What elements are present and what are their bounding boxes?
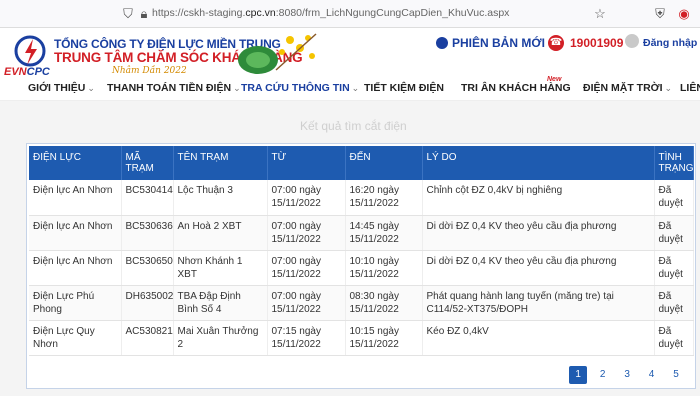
cell-dien-luc: Điện Lực Quy Nhơn [29,320,122,356]
phone-icon: ☎ [548,35,564,51]
nav-item-tiet-kiem[interactable]: TIẾT KIỆM ĐIỆN [364,82,444,94]
cell-ma-tram: BC530414 [121,180,174,216]
table-row[interactable]: Điện lực An Nhơn BC530636 An Hoà 2 XBT 0… [29,215,694,251]
column-header[interactable]: TÊN TRẠM [173,146,268,180]
new-version-icon [436,37,448,49]
cell-tu: 07:00 ngày 15/11/2022 [267,215,346,251]
table-row[interactable]: Điện lực An Nhơn BC530650 Nhơn Khánh 1 X… [29,250,694,286]
table-row[interactable]: Điện Lực Phú Phong DH635002 TBA Đập Định… [29,285,694,321]
nav-item-thanh-toan[interactable]: THANH TOÁN TIỀN ĐIỆN ⌄ [107,82,241,94]
nav-item-tra-cuu[interactable]: TRA CỨU THÔNG TIN ⌄ [241,82,359,94]
cell-tinh-trang: Đã duyệt [654,285,694,321]
cell-ly-do: Phát quang hành lang tuyến (măng tre) tạ… [422,285,655,321]
shield-check-icon[interactable]: ⛨ [652,6,668,22]
shield-icon[interactable]: ⛉ [120,6,136,22]
new-badge: New [547,76,562,83]
chevron-down-icon: ⌄ [351,83,360,93]
cell-tu: 07:00 ngày 15/11/2022 [267,180,346,216]
page-button-1[interactable]: 1 [569,366,588,384]
table-row[interactable]: Điện lực An Nhơn BC530414 Lộc Thuận 3 07… [29,180,694,216]
cell-ly-do: Di dời ĐZ 0,4 KV theo yêu cầu địa phương [422,250,655,286]
cell-tinh-trang: Đã duyệt [654,250,694,286]
hotline-number[interactable]: 19001909 [570,36,623,50]
login-link[interactable]: Đăng nhập [643,37,697,49]
cell-tinh-trang: Đã duyệt [654,215,694,251]
chevron-down-icon: ⌄ [664,83,673,93]
cell-den: 08:30 ngày 15/11/2022 [345,285,423,321]
url-text[interactable]: https://cskh-staging.cpc.vn:8080/frm_Lic… [152,7,509,19]
cell-ten-tram: Nhơn Khánh 1 XBT [173,250,268,286]
cell-dien-luc: Điện lực An Nhơn [29,250,122,286]
page-button-2[interactable]: 2 [594,366,612,384]
cell-ly-do: Di dời ĐZ 0,4 KV theo yêu cầu địa phương [422,215,655,251]
cell-tu: 07:15 ngày 15/11/2022 [267,320,346,356]
result-title: Kết quả tìm cắt điện [300,119,407,133]
cell-den: 16:20 ngày 15/11/2022 [345,180,423,216]
browser-url-bar: ⛉ 🔒︎ https://cskh-staging.cpc.vn:8080/fr… [0,0,700,28]
nav-item-dien-mat-troi[interactable]: ĐIỆN MẶT TRỜI ⌄ [583,82,672,94]
bookmark-star-icon[interactable]: ☆ [592,6,608,22]
table-header-row: ĐIỆN LỰC MÃ TRẠM TÊN TRẠM TỪ ĐẾN LÝ DO T… [29,146,694,180]
nav-item-gioi-thieu[interactable]: GIỚI THIỆU ⌄ [28,82,95,94]
tet-label: Nhâm Dần 2022 [112,66,187,76]
new-version-link[interactable]: PHIÊN BẢN MỚI [452,36,545,50]
table-row[interactable]: Điện Lực Quy Nhơn AC530821 Mai Xuân Thưở… [29,320,694,356]
pagination: 1 2 3 4 5 [567,364,685,384]
cell-ma-tram: BC530636 [121,215,174,251]
results-panel: ĐIỆN LỰC MÃ TRẠM TÊN TRẠM TỪ ĐẾN LÝ DO T… [26,143,696,389]
cell-ma-tram: BC530650 [121,250,174,286]
nav-item-tri-an[interactable]: New TRI ÂN KHÁCH HÀNG [461,76,571,94]
cell-ten-tram: TBA Đập Định Bình Số 4 [173,285,268,321]
page-button-4[interactable]: 4 [643,366,661,384]
cell-tu: 07:00 ngày 15/11/2022 [267,285,346,321]
column-header[interactable]: TÌNH TRẠNG [654,146,694,180]
cell-den: 10:15 ngày 15/11/2022 [345,320,423,356]
column-header[interactable]: TỪ [267,146,346,180]
cell-dien-luc: Điện lực An Nhơn [29,180,122,216]
column-header[interactable]: MÃ TRẠM [121,146,174,180]
cell-dien-luc: Điện Lực Phú Phong [29,285,122,321]
cell-ten-tram: Lộc Thuận 3 [173,180,268,216]
chevron-down-icon: ⌄ [233,83,241,93]
cell-ma-tram: AC530821 [121,320,174,356]
cell-den: 14:45 ngày 15/11/2022 [345,215,423,251]
cell-ly-do: Kéo ĐZ 0,4kV [422,320,655,356]
site-header: EVNCPC TỔNG CÔNG TY ĐIỆN LỰC MIỀN TRUNG … [0,28,700,78]
page-button-5[interactable]: 5 [667,366,685,384]
extension-icon[interactable]: ◉ [676,6,692,22]
user-icon[interactable] [625,34,639,48]
cell-ly-do: Chỉnh cột ĐZ 0,4kV bị nghiêng [422,180,655,216]
column-header[interactable]: LÝ DO [422,146,655,180]
cell-ten-tram: Mai Xuân Thưởng 2 [173,320,268,356]
tet-decoration-icon [238,33,317,74]
page-button-3[interactable]: 3 [618,366,636,384]
cell-tu: 07:00 ngày 15/11/2022 [267,250,346,286]
cell-den: 10:10 ngày 15/11/2022 [345,250,423,286]
column-header[interactable]: ĐẾN [345,146,423,180]
cell-tinh-trang: Đã duyệt [654,320,694,356]
nav-item-lien-he[interactable]: LIÊN [680,82,700,94]
column-header[interactable]: ĐIỆN LỰC [29,146,122,180]
outage-table: ĐIỆN LỰC MÃ TRẠM TÊN TRẠM TỪ ĐẾN LÝ DO T… [29,146,694,356]
lock-icon[interactable]: 🔒︎ [136,6,152,22]
chevron-down-icon: ⌄ [87,83,95,93]
cell-tinh-trang: Đã duyệt [654,180,694,216]
cell-dien-luc: Điện lực An Nhơn [29,215,122,251]
cell-ma-tram: DH635002 [121,285,174,321]
main-nav: GIỚI THIỆU ⌄ THANH TOÁN TIỀN ĐIỆN ⌄ TRA CỨ… [0,76,700,100]
cell-ten-tram: An Hoà 2 XBT [173,215,268,251]
